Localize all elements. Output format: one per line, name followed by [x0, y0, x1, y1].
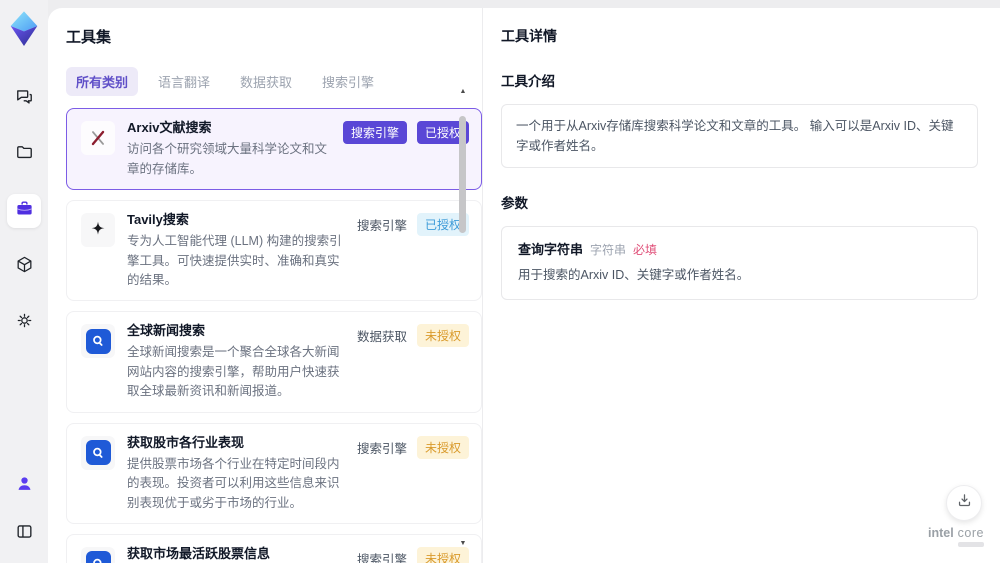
param-description: 用于搜索的Arxiv ID、关键字或作者姓名。 — [518, 268, 750, 282]
rail-item-chat[interactable] — [7, 82, 41, 116]
param-required-badge: 必填 — [633, 243, 658, 257]
scrollbar-down-arrow[interactable]: ▼ — [459, 540, 467, 547]
tool-icon — [81, 121, 115, 155]
tool-description: 全球新闻搜索是一个聚合全球各大新闻网站内容的搜索引擎，帮助用户快速获取全球最新资… — [127, 345, 340, 399]
app-logo-icon — [8, 10, 40, 46]
scrollbar-up-arrow[interactable]: ▲ — [459, 88, 467, 95]
tools-panel: 工具集 所有类别 语言翻译 数据获取 搜索引擎 Arxiv文献搜索 访问各个研究… — [48, 8, 482, 563]
rail-item-settings[interactable] — [7, 306, 41, 340]
tab-data-acquisition[interactable]: 数据获取 — [230, 67, 302, 96]
brand-intel: intel — [927, 526, 954, 540]
tool-icon — [81, 324, 115, 359]
arxiv-icon — [91, 130, 105, 146]
chat-icon — [15, 87, 34, 111]
tool-description: 专为人工智能代理 (LLM) 构建的搜索引擎工具。可快速提供实时、准确和真实的结… — [127, 234, 342, 287]
tool-category-tag: 搜索引擎 — [356, 441, 407, 456]
gear-icon — [15, 311, 34, 335]
tool-card-4[interactable]: 获取股市各行业表现 提供股票市场各个行业在特定时间段内的表现。投资者可以利用这些… — [66, 422, 482, 524]
tool-name: 全球新闻搜索 — [127, 323, 206, 339]
tool-name: Arxiv文献搜索 — [127, 120, 212, 135]
tool-icon — [81, 435, 115, 470]
tool-list: Arxiv文献搜索 访问各个研究领域大量科学论文和文章的存储库。 搜索引擎 已授… — [66, 108, 482, 563]
tab-all-categories[interactable]: 所有类别 — [66, 67, 139, 96]
rail-item-files[interactable] — [7, 138, 41, 172]
cube-icon — [15, 255, 34, 279]
brand-subline — [958, 542, 984, 547]
intro-box: 一个用于从Arxiv存储库搜索科学论文和文章的工具。 输入可以是Arxiv ID… — [501, 104, 978, 168]
tool-category-tag: 搜索引擎 — [356, 218, 407, 233]
details-panel-title: 工具详情 — [501, 28, 557, 44]
tool-card-5[interactable]: 获取市场最活跃股票信息 提供当天交易量最高的股票列表。投资者可以利用这些信息来识… — [66, 533, 482, 563]
param-name: 查询字符串 — [518, 242, 584, 257]
app-window: 工具集 所有类别 语言翻译 数据获取 搜索引擎 Arxiv文献搜索 访问各个研究… — [0, 0, 1000, 563]
tool-name: Tavily搜索 — [127, 211, 189, 227]
tool-description: 访问各个研究领域大量科学论文和文章的存储库。 — [127, 142, 328, 176]
panel-toggle-icon — [15, 522, 34, 546]
toolbox-icon — [15, 199, 34, 223]
tool-category-tag: 搜索引擎 — [342, 121, 407, 144]
category-tabs: 所有类别 语言翻译 数据获取 搜索引擎 — [66, 67, 482, 96]
tool-card-2[interactable]: Tavily搜索 专为人工智能代理 (LLM) 构建的搜索引擎工具。可快速提供实… — [66, 199, 482, 302]
tool-icon — [81, 212, 115, 247]
tool-category-tag: 搜索引擎 — [356, 552, 407, 563]
tool-icon — [81, 546, 115, 563]
search-app-icon — [85, 440, 111, 466]
tool-card-1[interactable]: Arxiv文献搜索 访问各个研究领域大量科学论文和文章的存储库。 搜索引擎 已授… — [66, 108, 482, 190]
download-button[interactable] — [946, 485, 982, 521]
sparkle-icon — [91, 221, 105, 235]
tool-list-scrollbar[interactable]: ▲ ▼ — [458, 88, 468, 555]
rail-item-models[interactable] — [7, 250, 41, 284]
tool-name: 获取股市各行业表现 — [127, 434, 245, 450]
tools-panel-title: 工具集 — [66, 29, 112, 46]
params-heading: 参数 — [501, 196, 528, 211]
tool-name: 获取市场最活跃股票信息 — [127, 545, 271, 561]
tool-category-tag: 数据获取 — [356, 330, 407, 345]
user-avatar-icon — [15, 474, 34, 498]
search-app-icon — [85, 328, 111, 354]
tool-description: 提供股票市场各个行业在特定时间段内的表现。投资者可以利用这些信息来识别表现优于或… — [127, 456, 340, 510]
tab-search-engine[interactable]: 搜索引擎 — [312, 67, 384, 96]
left-rail — [0, 0, 48, 563]
folder-icon — [15, 143, 34, 167]
intel-core-logo: intel core — [928, 526, 984, 547]
param-box: 查询字符串 字符串 必填 用于搜索的Arxiv ID、关键字或作者姓名。 — [501, 226, 978, 300]
rail-item-collapse-panel[interactable] — [7, 517, 41, 551]
tool-details-panel: 工具详情 工具介绍 一个用于从Arxiv存储库搜索科学论文和文章的工具。 输入可… — [482, 8, 1000, 563]
rail-item-user[interactable] — [7, 469, 41, 503]
main-content: 工具集 所有类别 语言翻译 数据获取 搜索引擎 Arxiv文献搜索 访问各个研究… — [48, 8, 1000, 563]
param-type: 字符串 — [590, 243, 627, 257]
tab-language-translation[interactable]: 语言翻译 — [148, 67, 220, 96]
intro-heading: 工具介绍 — [501, 74, 555, 89]
intro-text: 一个用于从Arxiv存储库搜索科学论文和文章的工具。 输入可以是Arxiv ID… — [516, 119, 954, 153]
scrollbar-thumb[interactable] — [459, 116, 466, 233]
tool-card-3[interactable]: 全球新闻搜索 全球新闻搜索是一个聚合全球各大新闻网站内容的搜索引擎，帮助用户快速… — [66, 311, 482, 413]
search-app-icon — [85, 551, 111, 563]
brand-core: core — [957, 526, 984, 540]
download-icon — [956, 492, 973, 514]
rail-item-tools[interactable] — [7, 194, 41, 228]
